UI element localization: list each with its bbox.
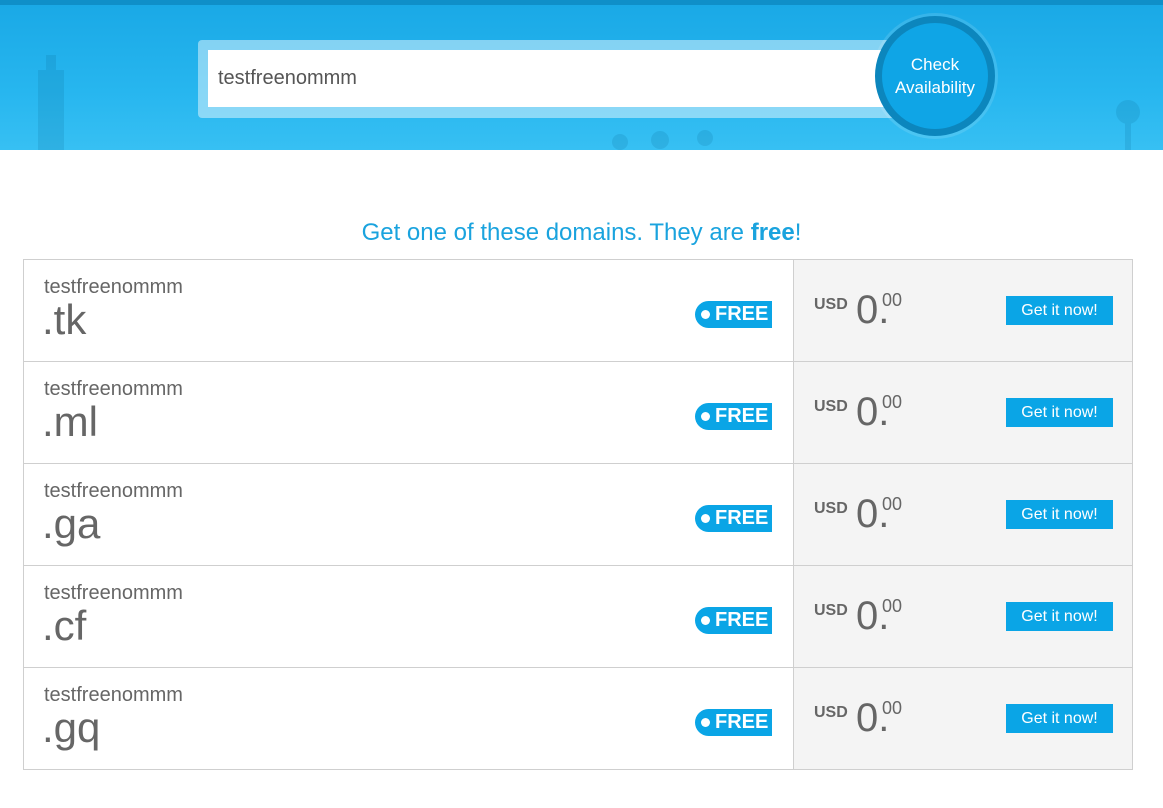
free-badge: FREE [695, 709, 772, 736]
check-availability-button[interactable]: Check Availability [875, 16, 995, 136]
free-badge-label: FREE [715, 711, 769, 733]
price-cell: USD 0. 00 Get it now! [793, 464, 1132, 565]
domain-info-cell: testfreenommm .ml FREE [24, 362, 793, 463]
get-it-now-button[interactable]: Get it now! [1006, 602, 1113, 631]
free-badge-label: FREE [715, 507, 769, 529]
domain-row: testfreenommm .tk FREE USD 0. 00 Get it … [24, 260, 1132, 362]
price-cell: USD 0. 00 Get it now! [793, 566, 1132, 667]
domain-row: testfreenommm .cf FREE USD 0. 00 Get it … [24, 566, 1132, 668]
search-banner: Check Availability [0, 0, 1163, 150]
domain-info-cell: testfreenommm .cf FREE [24, 566, 793, 667]
check-availability-label: Check Availability [894, 55, 975, 97]
get-it-now-button[interactable]: Get it now! [1006, 296, 1113, 325]
heading-text: Get one of these domains. They are [361, 219, 751, 246]
badge-dot-icon [701, 412, 710, 421]
domain-tld: .gq [42, 704, 101, 751]
domain-info-cell: testfreenommm .ga FREE [24, 464, 793, 565]
price-decimal: 00 [882, 392, 903, 412]
free-badge: FREE [695, 505, 772, 532]
price-decimal: 00 [882, 698, 903, 718]
price-currency: USD [814, 398, 848, 415]
domain-row: testfreenommm .ga FREE USD 0. 00 Get it … [24, 464, 1132, 566]
free-badge: FREE [695, 301, 772, 328]
badge-dot-icon [701, 616, 710, 625]
free-badge: FREE [695, 403, 772, 430]
free-badge-label: FREE [715, 609, 769, 631]
get-it-now-button[interactable]: Get it now! [1006, 398, 1113, 427]
domain-tld: .ml [42, 398, 98, 445]
heading-exclamation: ! [794, 219, 802, 246]
free-badge-label: FREE [715, 405, 769, 427]
domain-info-cell: testfreenommm .gq FREE [24, 668, 793, 769]
domain-search-input[interactable] [208, 50, 888, 107]
results-heading: Get one of these domains. They are free! [0, 219, 1163, 247]
price-decimal: 00 [882, 494, 903, 514]
search-box [198, 40, 900, 118]
price-currency: USD [814, 500, 848, 517]
price-currency: USD [814, 602, 848, 619]
price-decimal: 00 [882, 596, 903, 616]
domain-tld: .tk [42, 296, 87, 343]
domain-results-table: testfreenommm .tk FREE USD 0. 00 Get it … [23, 259, 1133, 770]
domain-tld: .ga [42, 500, 101, 547]
domain-info-cell: testfreenommm .tk FREE [24, 260, 793, 361]
get-it-now-button[interactable]: Get it now! [1006, 500, 1113, 529]
get-it-now-button[interactable]: Get it now! [1006, 704, 1113, 733]
domain-row: testfreenommm .gq FREE USD 0. 00 Get it … [24, 668, 1132, 769]
domain-row: testfreenommm .ml FREE USD 0. 00 Get it … [24, 362, 1132, 464]
domain-tld: .cf [42, 602, 87, 649]
badge-dot-icon [701, 310, 710, 319]
badge-dot-icon [701, 718, 710, 727]
free-badge: FREE [695, 607, 772, 634]
price-cell: USD 0. 00 Get it now! [793, 362, 1132, 463]
heading-free-text: free [750, 219, 795, 246]
price-cell: USD 0. 00 Get it now! [793, 260, 1132, 361]
price-decimal: 00 [882, 290, 903, 310]
price-currency: USD [814, 704, 848, 721]
price-currency: USD [814, 296, 848, 313]
badge-dot-icon [701, 514, 710, 523]
price-cell: USD 0. 00 Get it now! [793, 668, 1132, 769]
free-badge-label: FREE [715, 303, 769, 325]
